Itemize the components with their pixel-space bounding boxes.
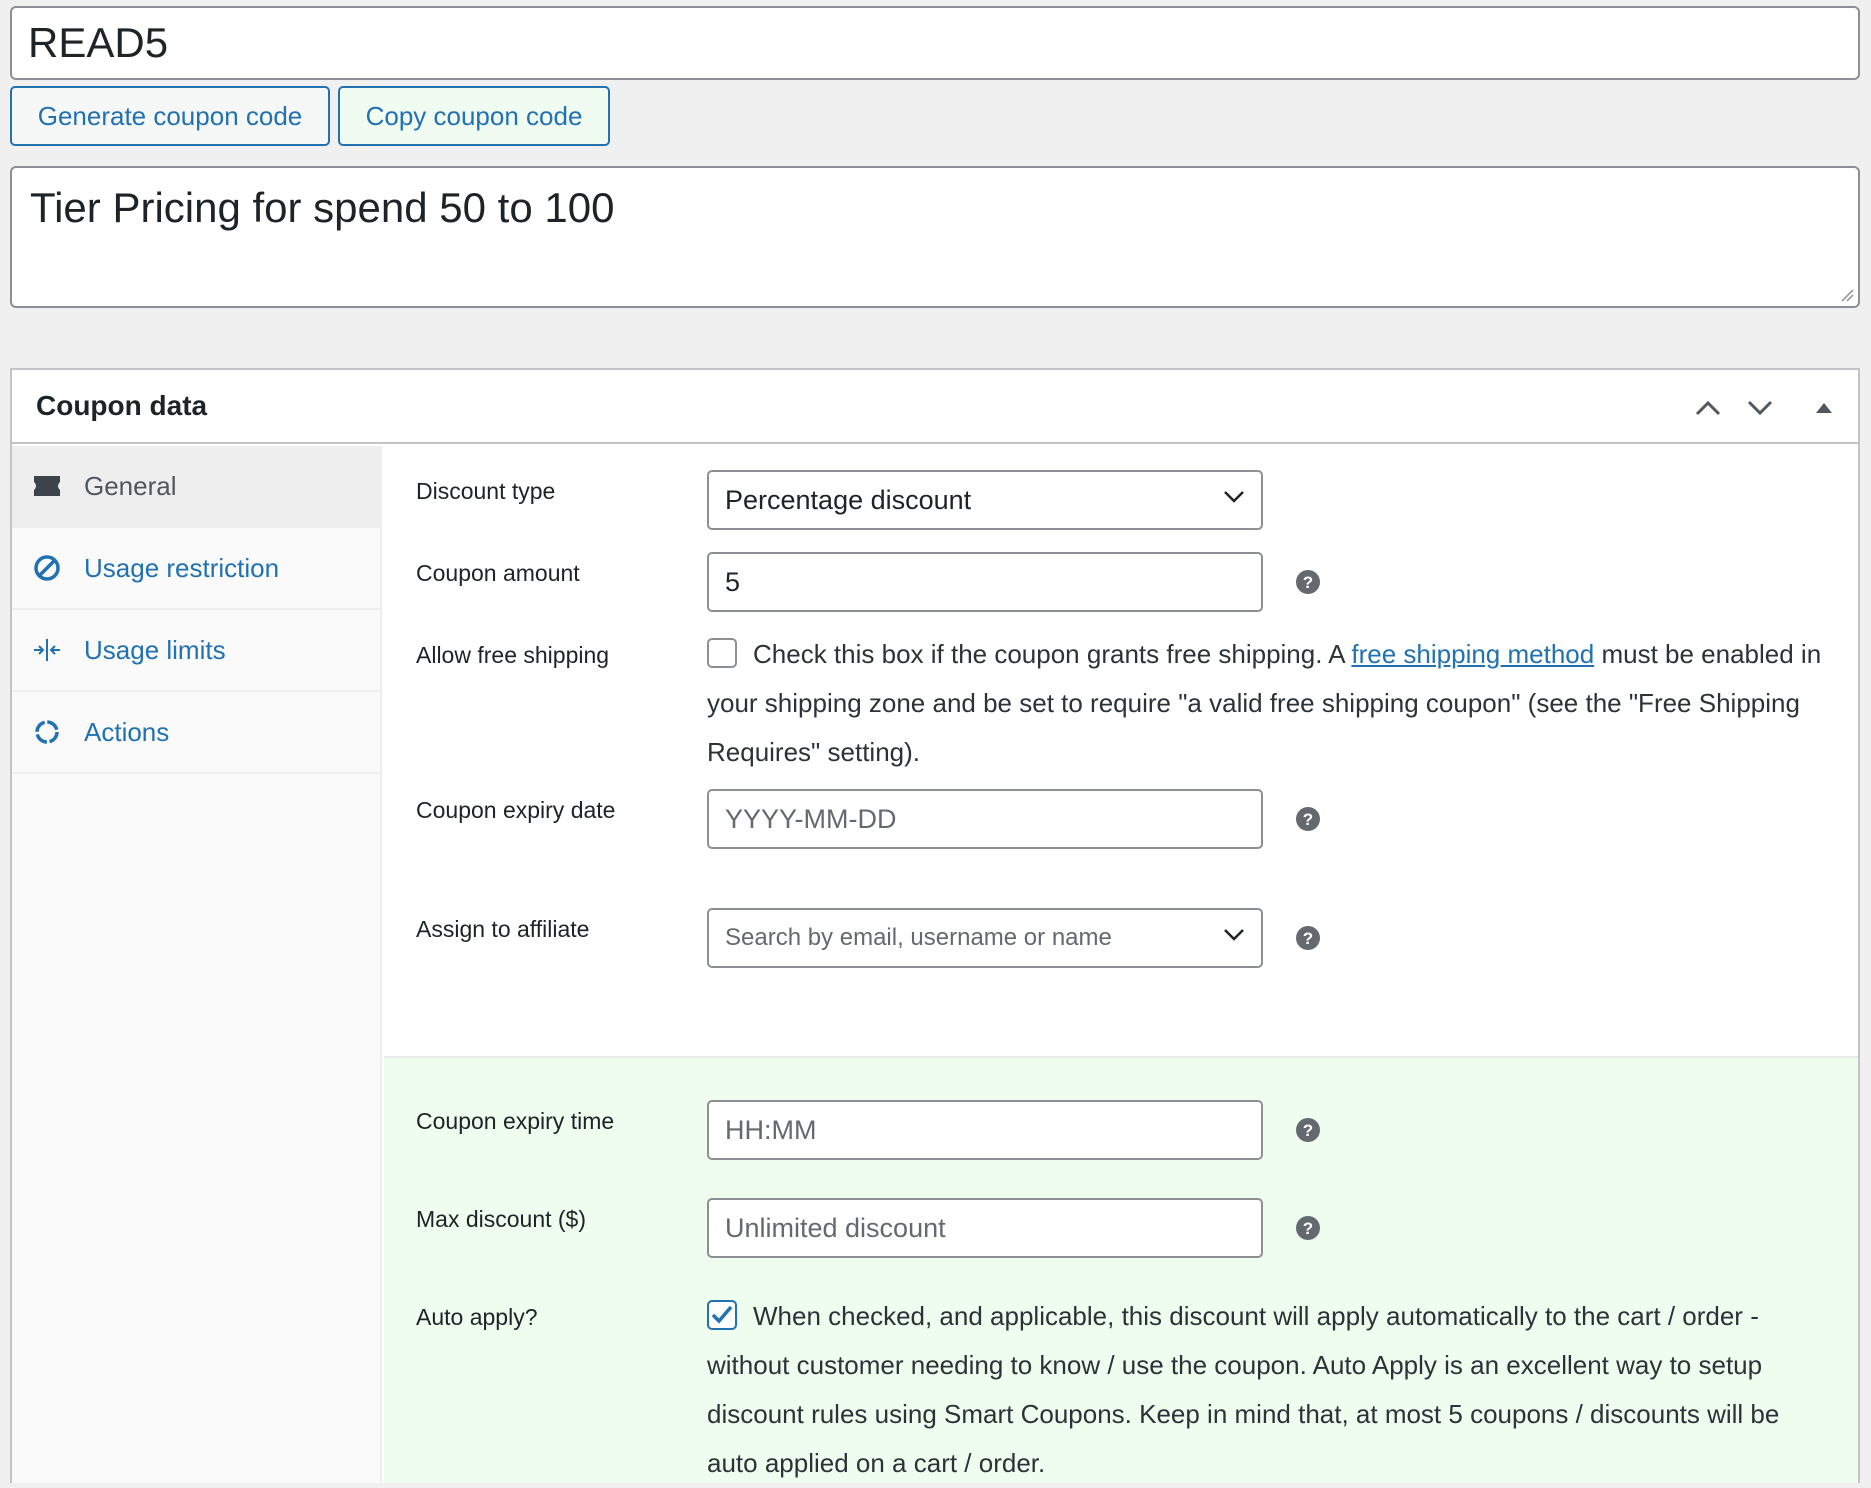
metabox-header: Coupon data — [12, 370, 1858, 444]
chevron-down-icon — [1224, 491, 1244, 503]
free-shipping-text-before: Check this box if the coupon grants free… — [753, 639, 1345, 669]
generate-coupon-code-button[interactable]: Generate coupon code — [10, 86, 330, 146]
actions-icon — [32, 717, 62, 747]
coupon-description-textarea[interactable]: Tier Pricing for spend 50 to 100 — [10, 166, 1860, 308]
tab-general[interactable]: General — [12, 446, 380, 528]
help-icon[interactable]: ? — [1296, 1118, 1320, 1142]
move-up-icon[interactable] — [1692, 392, 1724, 424]
svg-text:?: ? — [1303, 929, 1313, 948]
move-down-icon[interactable] — [1744, 392, 1776, 424]
collapse-toggle-icon[interactable] — [1808, 392, 1840, 424]
resize-handle-icon[interactable] — [1840, 288, 1854, 302]
expiry-date-label: Coupon expiry date — [416, 797, 616, 823]
expiry-date-input[interactable]: YYYY-MM-DD — [707, 789, 1263, 849]
affiliate-select[interactable]: Search by email, username or name — [707, 908, 1263, 968]
auto-apply-label: Auto apply? — [416, 1304, 538, 1330]
tab-usage-limits-label: Usage limits — [84, 634, 226, 665]
tab-general-label: General — [84, 470, 177, 501]
coupon-code-input[interactable]: READ5 — [10, 6, 1860, 80]
coupon-amount-label: Coupon amount — [416, 560, 580, 586]
affiliate-label: Assign to affiliate — [416, 916, 590, 942]
metabox-title: Coupon data — [36, 390, 208, 421]
chevron-down-icon — [1224, 929, 1244, 941]
tab-actions[interactable]: Actions — [12, 692, 380, 774]
expiry-time-placeholder: HH:MM — [725, 1114, 817, 1145]
limits-icon — [32, 635, 62, 665]
auto-apply-text: When checked, and applicable, this disco… — [707, 1301, 1780, 1478]
free-shipping-description: Check this box if the coupon grants free… — [707, 630, 1837, 777]
tab-actions-label: Actions — [84, 716, 170, 747]
max-discount-placeholder: Unlimited discount — [725, 1212, 946, 1243]
coupon-amount-value: 5 — [725, 566, 741, 597]
discount-type-label: Discount type — [416, 478, 556, 504]
coupon-amount-input[interactable]: 5 — [707, 552, 1263, 612]
coupon-data-tabs: General Usage restriction Usage limits A… — [12, 446, 382, 1483]
tab-usage-restriction-label: Usage restriction — [84, 552, 280, 583]
expiry-time-input[interactable]: HH:MM — [707, 1100, 1263, 1160]
coupon-description-text: Tier Pricing for spend 50 to 100 — [30, 184, 615, 231]
svg-text:?: ? — [1303, 1121, 1313, 1140]
copy-coupon-code-button[interactable]: Copy coupon code — [338, 86, 610, 146]
svg-text:?: ? — [1303, 810, 1313, 829]
help-icon[interactable]: ? — [1296, 807, 1320, 831]
coupon-data-metabox: Coupon data General Usage restriction Us… — [10, 368, 1860, 1483]
max-discount-label: Max discount ($) — [416, 1206, 587, 1232]
max-discount-input[interactable]: Unlimited discount — [707, 1198, 1263, 1258]
help-icon[interactable]: ? — [1296, 570, 1320, 594]
affiliate-placeholder: Search by email, username or name — [725, 924, 1112, 951]
discount-type-select[interactable]: Percentage discount — [707, 470, 1263, 530]
expiry-date-placeholder: YYYY-MM-DD — [725, 803, 897, 834]
auto-apply-description: When checked, and applicable, this disco… — [707, 1292, 1837, 1488]
smart-coupons-panel: Coupon expiry time HH:MM ? Max discount … — [384, 1056, 1858, 1483]
general-panel: Discount type Percentage discount Coupon… — [384, 446, 1858, 1056]
svg-text:?: ? — [1303, 573, 1313, 592]
discount-type-value: Percentage discount — [725, 484, 972, 515]
free-shipping-method-link[interactable]: free shipping method — [1351, 639, 1594, 669]
help-icon[interactable]: ? — [1296, 926, 1320, 950]
ticket-icon — [32, 471, 62, 501]
tab-usage-limits[interactable]: Usage limits — [12, 610, 380, 692]
expiry-time-label: Coupon expiry time — [416, 1108, 615, 1134]
help-icon[interactable]: ? — [1296, 1216, 1320, 1240]
tab-usage-restriction[interactable]: Usage restriction — [12, 528, 380, 610]
free-shipping-label: Allow free shipping — [416, 642, 610, 668]
restricted-icon — [32, 553, 62, 583]
svg-text:?: ? — [1303, 1219, 1313, 1238]
